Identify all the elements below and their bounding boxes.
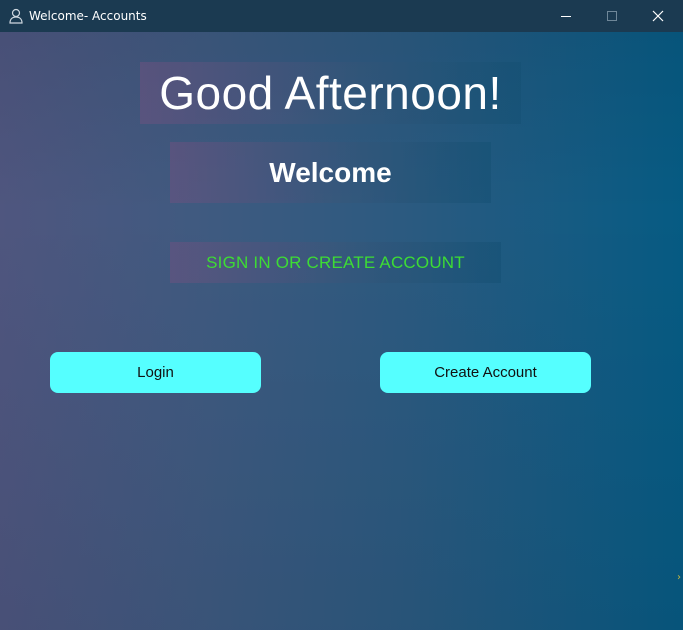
subtitle-text: SIGN IN OR CREATE ACCOUNT <box>206 252 465 272</box>
close-button[interactable] <box>635 0 681 32</box>
title-bar[interactable]: Welcome- Accounts <box>0 0 683 32</box>
edge-artifact: › <box>677 572 681 583</box>
maximize-icon <box>606 7 618 26</box>
app-window: Welcome- Accounts Good Afternoon! Welcom… <box>0 0 683 630</box>
close-icon <box>652 7 664 26</box>
login-button[interactable]: Login <box>50 352 261 393</box>
minimize-icon <box>560 7 572 26</box>
login-button-label: Login <box>137 364 174 381</box>
greeting-panel: Good Afternoon! <box>140 62 521 124</box>
maximize-button[interactable] <box>589 0 635 32</box>
create-account-button[interactable]: Create Account <box>380 352 591 393</box>
welcome-panel: Welcome <box>170 142 491 203</box>
minimize-button[interactable] <box>543 0 589 32</box>
user-icon <box>9 8 23 24</box>
client-area: Good Afternoon! Welcome SIGN IN OR CREAT… <box>0 32 683 630</box>
create-account-button-label: Create Account <box>434 364 537 381</box>
subtitle-panel: SIGN IN OR CREATE ACCOUNT <box>170 242 501 283</box>
window-title: Welcome- Accounts <box>29 9 147 23</box>
greeting-text: Good Afternoon! <box>159 67 502 119</box>
welcome-text: Welcome <box>269 156 392 188</box>
